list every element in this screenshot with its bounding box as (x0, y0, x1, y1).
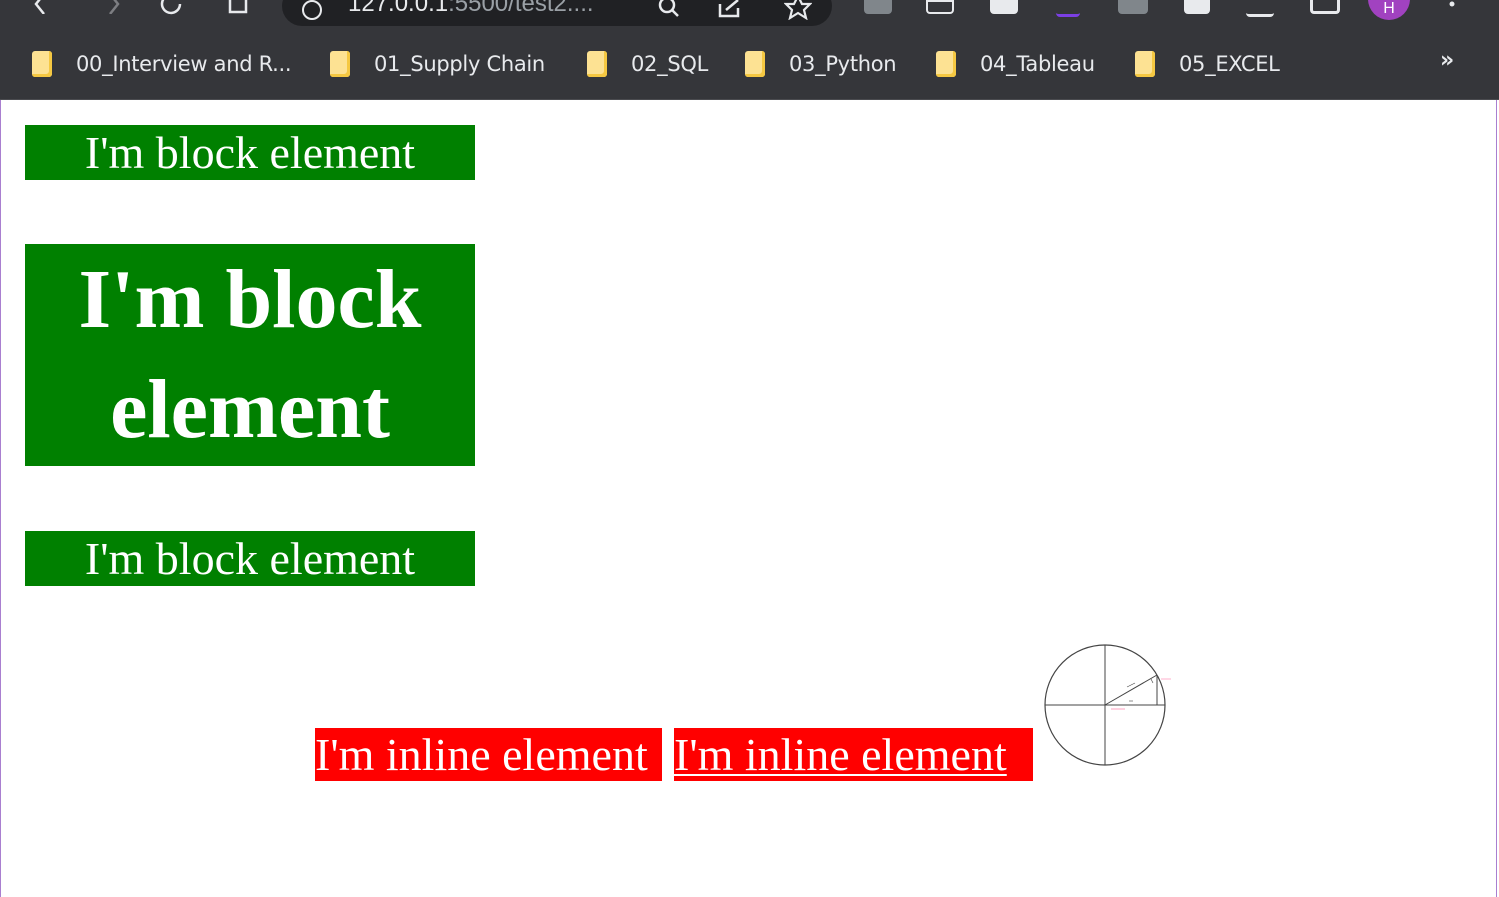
block-element-1: I'm block element (25, 125, 475, 180)
menu-kebab-icon[interactable] (1436, 0, 1468, 18)
bookmark-folder-tableau[interactable]: 04_Tableau (936, 48, 1095, 80)
browser-toolbar: 127.0.0.1:5500/test2.... H (0, 0, 1499, 28)
forward-arrow-icon[interactable] (98, 0, 130, 18)
bookmark-label: 00_Interview and R... (76, 52, 292, 76)
page-viewport: I'm block element I'm block element I'm … (0, 100, 1497, 897)
bookmark-folder-supply-chain[interactable]: 01_Supply Chain (330, 48, 545, 80)
profile-initial: H (1383, 0, 1395, 17)
tick-mark (1150, 678, 1154, 684)
url-text: 127.0.0.1:5500/test2.... (348, 0, 594, 18)
bookmark-folder-excel[interactable]: 05_EXCEL (1135, 48, 1280, 80)
inline-element-link[interactable]: I'm inline element (674, 728, 1033, 781)
zoom-icon[interactable] (656, 0, 684, 27)
reload-icon[interactable] (156, 0, 188, 18)
extension-grey-icon[interactable] (1118, 0, 1148, 14)
extension-r-icon[interactable] (1056, 0, 1080, 17)
bookmark-label: 04_Tableau (980, 52, 1095, 76)
bookmark-label: 05_EXCEL (1179, 52, 1280, 76)
extensions-puzzle-icon[interactable] (1184, 0, 1210, 14)
extension-office-icon[interactable] (864, 0, 892, 14)
folder-icon (587, 51, 607, 77)
folder-icon (330, 51, 350, 77)
bookmark-folder-interview[interactable]: 00_Interview and R... (32, 48, 292, 80)
home-icon[interactable] (222, 0, 254, 18)
media-control-icon[interactable] (1246, 0, 1274, 17)
radius-line (1104, 674, 1158, 706)
browser-window: 127.0.0.1:5500/test2.... H 00_Interview … (0, 0, 1499, 897)
extension-glasses-icon[interactable] (926, 0, 954, 14)
folder-icon (32, 51, 52, 77)
folder-icon (745, 51, 765, 77)
share-icon[interactable] (716, 0, 746, 27)
bookmark-label: 01_Supply Chain (374, 52, 545, 76)
bookmark-label: 02_SQL (631, 52, 708, 76)
folder-icon (1135, 51, 1155, 77)
site-info-icon[interactable] (302, 0, 322, 20)
bookmark-folder-sql[interactable]: 02_SQL (587, 48, 708, 80)
side-panel-icon[interactable] (1310, 0, 1340, 14)
bookmarks-bar: 00_Interview and R... 01_Supply Chain 02… (0, 28, 1499, 100)
url-host: 127.0.0.1 (348, 0, 449, 17)
address-bar[interactable]: 127.0.0.1:5500/test2.... (282, 0, 832, 26)
inline-element-1: I'm inline element (315, 728, 662, 781)
bookmark-label: 03_Python (789, 52, 897, 76)
url-path: :5500/test2.... (448, 0, 594, 17)
profile-avatar[interactable]: H (1368, 0, 1410, 20)
block-element-3: I'm block element (25, 531, 475, 586)
folder-icon (936, 51, 956, 77)
bookmarks-overflow-button[interactable]: » (1440, 48, 1454, 73)
r-label-mark (1126, 682, 1136, 688)
block-element-2: I'm block element (25, 244, 475, 466)
back-arrow-icon[interactable] (24, 0, 56, 18)
bookmark-folder-python[interactable]: 03_Python (745, 48, 897, 80)
unit-circle-image (1044, 644, 1171, 766)
extension-avatar-icon[interactable] (990, 0, 1018, 14)
bookmark-star-icon[interactable] (783, 0, 813, 25)
